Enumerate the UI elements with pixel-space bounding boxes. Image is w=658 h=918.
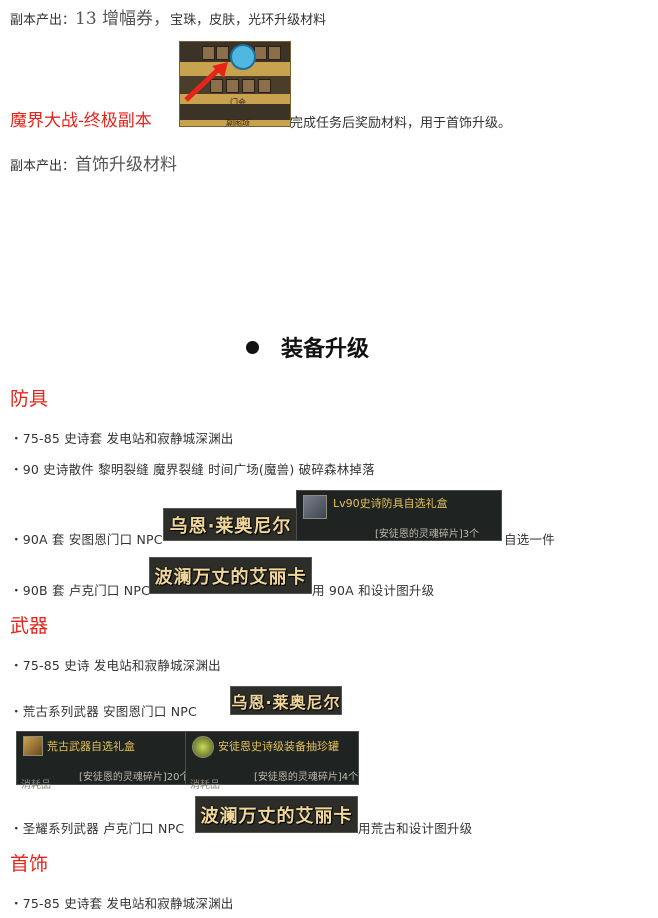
portal-icon [230, 44, 256, 70]
weapon-shengyao-suffix: 用荒古和设计图升级 [358, 821, 473, 836]
weapon-box-icon [23, 736, 43, 756]
item-name: Lv90史诗防具自选礼盒 [333, 497, 448, 510]
weapon-shengyao-prefix: ・圣耀系列武器 卢克门口 NPC [10, 821, 185, 836]
heading-title: 装备升级 [281, 337, 370, 362]
armor-line-1: ・75-85 史诗套 发电站和寂静城深渊出 [10, 431, 234, 446]
npc-name-tag: 波澜万丈的艾丽卡 [149, 557, 312, 594]
output-line-1: 副本产出：13 增幅券，宝珠，皮肤，光环升级材料 [10, 4, 326, 29]
weapon-title: 武器 [10, 615, 49, 637]
weapon-huanggu-prefix: ・荒古系列武器 安图恩门口 NPC [10, 704, 197, 719]
output-label: 副本产出： [10, 159, 76, 174]
armor-90a-prefix: ・90A 套 安图恩门口 NPC [10, 532, 163, 547]
dungeon-map-image: 门会 副图项 [179, 41, 291, 127]
armor-90b-suffix: 用 90A 和设计图升级 [312, 583, 435, 598]
map-label-2: 副图项 [226, 119, 250, 127]
item-corner: 消耗品 [190, 780, 220, 791]
npc-name-tag: 波澜万丈的艾丽卡 [195, 796, 358, 833]
armor-90a-suffix: 自选一件 [504, 532, 555, 547]
npc-name: 波澜万丈的艾丽卡 [200, 805, 353, 827]
armor-90b-prefix: ・90B 套 卢克门口 NPC [10, 583, 151, 598]
weapon-line-1: ・75-85 史诗 发电站和寂静城深渊出 [10, 658, 221, 673]
item-sub: [安徒恩的灵魂碎片]4个 [254, 772, 359, 783]
item-card: 荒古武器自选礼盒 [安徒恩的灵魂碎片]20个 消耗品 [16, 731, 190, 791]
item-name: 安徒恩史诗级装备抽珍罐 [218, 740, 339, 753]
armor-title: 防具 [10, 388, 49, 410]
gift-box-icon [303, 495, 327, 519]
output-value: 13 增幅券， [75, 9, 171, 29]
armor-line-2: ・90 史诗散件 黎明裂缝 魔界裂缝 时间广场(魔兽) 破碎森林掉落 [10, 462, 375, 477]
npc-name: 波澜万丈的艾丽卡 [154, 566, 307, 588]
jar-icon [192, 736, 214, 758]
npc-name-tag: 乌恩·莱奥尼尔 [230, 686, 342, 715]
output-label: 副本产出： [10, 13, 76, 28]
dungeon-title: 魔界大战-终极副本 [10, 111, 152, 131]
item-card: Lv90史诗防具自选礼盒 [安徒恩的灵魂碎片]3个 [296, 490, 502, 541]
accessory-title: 首饰 [10, 853, 49, 875]
item-corner: 消耗品 [21, 780, 51, 791]
red-arrow-icon [184, 62, 228, 102]
item-sub: [安徒恩的灵魂碎片]3个 [375, 529, 480, 540]
section-heading: 装备升级 [246, 331, 369, 363]
dungeon-suffix: 完成任务后奖励材料，用于首饰升级。 [290, 116, 512, 131]
output-rest: 宝珠，皮肤，光环升级材料 [170, 13, 327, 28]
item-sub: [安徒恩的灵魂碎片]20个 [79, 772, 190, 783]
npc-name: 乌恩·莱奥尼尔 [169, 515, 292, 537]
accessory-line-1: ・75-85 史诗套 发电站和寂静城深渊出 [10, 896, 234, 911]
npc-name: 乌恩·莱奥尼尔 [231, 692, 341, 712]
npc-name-tag: 乌恩·莱奥尼尔 [163, 508, 298, 541]
bullet-dot-icon [246, 340, 259, 354]
output-value: 首饰升级材料 [75, 155, 178, 175]
item-name: 荒古武器自选礼盒 [47, 740, 135, 753]
output-line-3: 副本产出：首饰升级材料 [10, 150, 177, 175]
item-card: 安徒恩史诗级装备抽珍罐 [安徒恩的灵魂碎片]4个 消耗品 [185, 731, 359, 791]
